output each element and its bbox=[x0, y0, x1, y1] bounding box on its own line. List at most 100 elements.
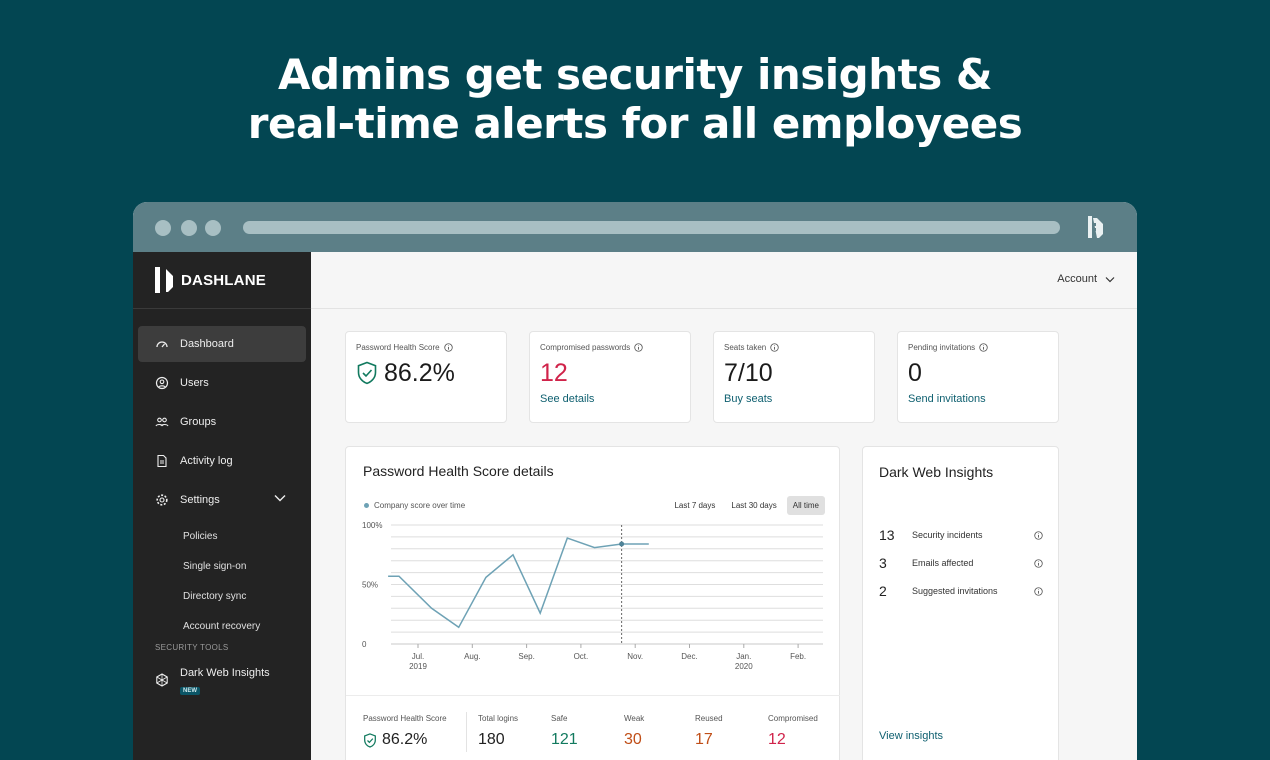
window-close-dot[interactable] bbox=[155, 220, 171, 236]
health-summary: Password Health Score 86.2% Total logins… bbox=[346, 695, 840, 760]
dark-web-count: 2 bbox=[879, 583, 887, 599]
x-tick-label: Oct. bbox=[574, 652, 589, 661]
summary-label: Reused bbox=[695, 714, 723, 723]
summary-total-logins: Total logins 180 bbox=[478, 714, 518, 749]
summary-label: Safe bbox=[551, 714, 568, 723]
summary-safe: Safe 121 bbox=[551, 714, 578, 749]
stat-card-password-health: Password Health Score 86.2% bbox=[345, 331, 507, 423]
summary-value: 180 bbox=[478, 731, 505, 748]
see-details-link[interactable]: See details bbox=[540, 393, 680, 405]
sidebar-item-users[interactable]: Users bbox=[138, 365, 306, 401]
account-menu[interactable]: Account bbox=[1057, 273, 1115, 285]
summary-label: Compromised bbox=[768, 714, 818, 723]
summary-label: Password Health Score bbox=[363, 714, 447, 723]
legend-label: Company score over time bbox=[374, 501, 466, 510]
sidebar-item-activity-log[interactable]: Activity log bbox=[138, 443, 306, 479]
user-circle-icon bbox=[155, 376, 169, 390]
stat-value: 86.2% bbox=[384, 359, 455, 387]
chart-legend: Company score over time bbox=[364, 501, 465, 510]
window-maximize-dot[interactable] bbox=[205, 220, 221, 236]
x-tick-label: Feb. bbox=[790, 652, 806, 661]
stat-title: Compromised passwords bbox=[540, 343, 631, 352]
main-content: Account Password Health Score 86.2% Comp… bbox=[311, 252, 1137, 760]
top-bar: Account bbox=[311, 252, 1137, 309]
dark-web-label: Security incidents bbox=[912, 530, 983, 540]
sidebar-item-label: Groups bbox=[180, 416, 217, 428]
legend-dot bbox=[364, 503, 369, 508]
x-tick-label: Nov. bbox=[627, 652, 643, 661]
summary-value: 30 bbox=[624, 731, 642, 748]
new-badge: NEW bbox=[180, 687, 200, 695]
sidebar: DASHLANE Dashboard Users Groups Activity… bbox=[133, 252, 311, 760]
x-tick-label: Jan. bbox=[736, 652, 751, 661]
sidebar-nav: Dashboard Users Groups Activity log Sett… bbox=[133, 309, 311, 697]
summary-value: 17 bbox=[695, 731, 713, 748]
dark-web-label: Suggested invitations bbox=[912, 586, 998, 596]
hero-line-1: Admins get security insights & bbox=[278, 50, 992, 99]
info-icon[interactable] bbox=[1034, 558, 1043, 568]
x-tick-year-label: 2020 bbox=[735, 662, 753, 671]
info-icon[interactable] bbox=[443, 343, 453, 352]
chevron-down-icon[interactable] bbox=[274, 494, 286, 502]
dashlane-logo-icon bbox=[155, 267, 173, 293]
sidebar-subitem-policies[interactable]: Policies bbox=[138, 521, 306, 551]
info-icon[interactable] bbox=[634, 343, 643, 352]
summary-reused: Reused 17 bbox=[695, 714, 723, 749]
address-bar[interactable] bbox=[243, 221, 1060, 234]
info-icon[interactable] bbox=[1034, 586, 1043, 596]
sidebar-item-dashboard[interactable]: Dashboard bbox=[138, 326, 306, 362]
summary-value: 12 bbox=[768, 731, 786, 748]
sidebar-item-dark-web-insights[interactable]: Dark Web Insights NEW bbox=[138, 657, 306, 697]
summary-value: 121 bbox=[551, 731, 578, 748]
info-icon[interactable] bbox=[979, 343, 988, 352]
dark-web-row-security-incidents: 13 Security incidents bbox=[879, 527, 1043, 543]
stat-value: 0 bbox=[908, 359, 922, 387]
send-invitations-link[interactable]: Send invitations bbox=[908, 393, 1048, 405]
sidebar-item-groups[interactable]: Groups bbox=[138, 404, 306, 440]
dark-web-insights-card: Dark Web Insights 13 Security incidents … bbox=[862, 446, 1059, 760]
summary-compromised: Compromised 12 bbox=[768, 714, 818, 749]
sidebar-subitem-account-recovery[interactable]: Account recovery bbox=[138, 611, 306, 641]
x-tick-label: Jul. bbox=[412, 652, 424, 661]
stat-title: Seats taken bbox=[724, 343, 767, 352]
dark-web-count: 3 bbox=[879, 555, 887, 571]
data-point bbox=[619, 541, 625, 547]
document-icon bbox=[155, 454, 169, 468]
x-tick-label: Sep. bbox=[518, 652, 534, 661]
chevron-down-icon bbox=[1105, 276, 1115, 282]
summary-weak: Weak 30 bbox=[624, 714, 644, 749]
x-tick-label: Dec. bbox=[681, 652, 697, 661]
summary-label: Weak bbox=[624, 714, 645, 723]
shield-check-icon bbox=[364, 732, 376, 748]
series-line bbox=[388, 537, 649, 629]
sidebar-section-label: SECURITY TOOLS bbox=[155, 643, 229, 652]
group-icon bbox=[155, 415, 169, 429]
x-tick-label: Aug. bbox=[464, 652, 480, 661]
stat-card-seats-taken: Seats taken 7/10 Buy seats bbox=[713, 331, 875, 423]
y-tick-label: 0 bbox=[362, 640, 367, 649]
gauge-icon bbox=[155, 337, 169, 351]
dark-web-row-emails-affected: 3 Emails affected bbox=[879, 555, 1043, 571]
y-tick-label: 50% bbox=[362, 581, 378, 590]
y-tick-label: 100% bbox=[362, 521, 382, 530]
info-icon[interactable] bbox=[770, 343, 779, 352]
buy-seats-link[interactable]: Buy seats bbox=[724, 393, 864, 405]
window-minimize-dot[interactable] bbox=[181, 220, 197, 236]
hexagon-icon bbox=[155, 673, 169, 687]
dark-web-label: Emails affected bbox=[912, 558, 974, 568]
x-tick-year-label: 2019 bbox=[409, 662, 427, 671]
dark-web-title: Dark Web Insights bbox=[879, 464, 994, 480]
sidebar-item-settings[interactable]: Settings bbox=[138, 482, 306, 518]
summary-value: 86.2% bbox=[382, 731, 428, 748]
sidebar-subitem-single-sign-on[interactable]: Single sign-on bbox=[138, 551, 306, 581]
sidebar-subitem-directory-sync[interactable]: Directory sync bbox=[138, 581, 306, 611]
sidebar-item-label: Dark Web Insights bbox=[180, 667, 270, 679]
view-insights-link[interactable]: View insights bbox=[879, 730, 943, 742]
dark-web-row-suggested-invitations: 2 Suggested invitations bbox=[879, 583, 1043, 599]
info-icon[interactable] bbox=[1034, 530, 1043, 540]
dark-web-count: 13 bbox=[879, 527, 895, 543]
stat-value: 7/10 bbox=[724, 359, 773, 387]
health-score-details-card: Password Health Score details Company sc… bbox=[345, 446, 840, 760]
browser-window: DASHLANE Dashboard Users Groups Activity… bbox=[133, 202, 1137, 760]
brand[interactable]: DASHLANE bbox=[133, 252, 311, 309]
